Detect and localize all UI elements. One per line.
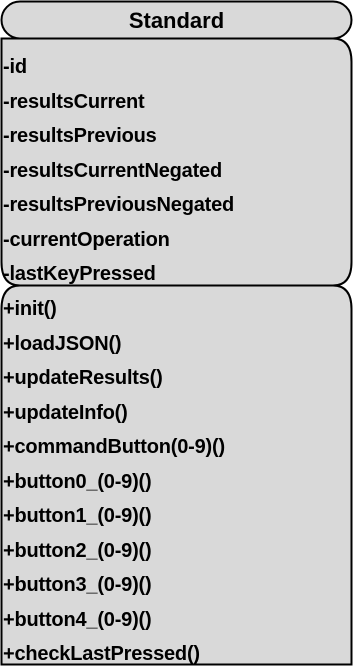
attribute-item: -currentOperation	[3, 228, 170, 251]
method-item: +checkLastPressed()	[3, 643, 200, 665]
class-methods-list: +init() +loadJSON() +updateResults() +up…	[3, 292, 225, 672]
method-item: +commandButton(0-9)()	[3, 436, 225, 458]
attribute-item: -lastKeyPressed	[3, 263, 156, 285]
class-name: Standard	[128, 8, 225, 33]
attribute-item: -resultsCurrent	[3, 90, 145, 113]
method-item: +button1_(0-9)()	[3, 505, 152, 527]
uml-class-diagram: Standard -id -resultsCurrent -resultsPre…	[0, 0, 353, 666]
attribute-item: -resultsPrevious	[3, 125, 157, 147]
method-item: +updateResults()	[3, 367, 163, 389]
method-item: +button4_(0-9)()	[3, 608, 152, 631]
class-attributes-list: -id -resultsCurrent -resultsPrevious -re…	[3, 50, 234, 292]
attribute-item: -resultsPreviousNegated	[3, 194, 235, 216]
method-item: +button0_(0-9)()	[3, 470, 152, 493]
method-item: +button2_(0-9)()	[3, 539, 152, 562]
method-item: +init()	[3, 298, 57, 320]
attribute-item: -id	[3, 56, 27, 78]
attribute-item: -resultsCurrentNegated	[3, 159, 222, 182]
method-item: +updateInfo()	[3, 401, 128, 424]
method-item: +loadJSON()	[3, 332, 122, 355]
method-item: +button3_(0-9)()	[3, 574, 152, 596]
